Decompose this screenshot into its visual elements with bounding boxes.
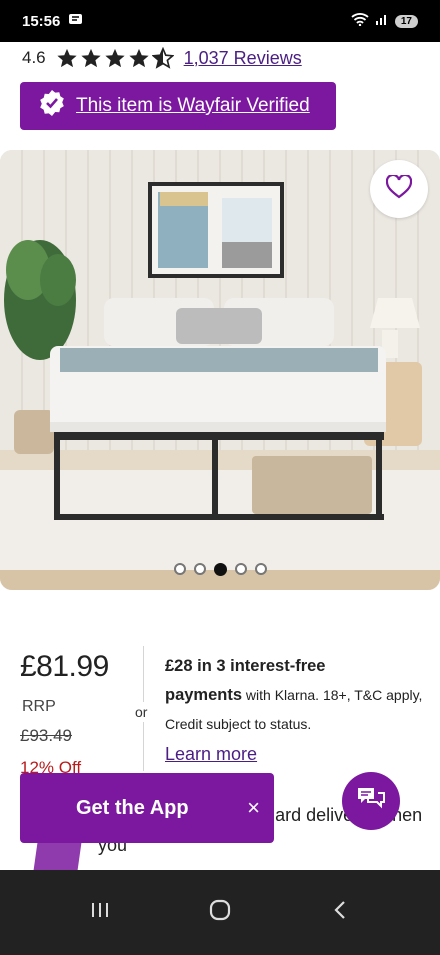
- gallery-dot[interactable]: [254, 563, 267, 575]
- star-icon: [81, 48, 101, 68]
- klarna-info: £28 in 3 interest-free payments with Kla…: [165, 652, 425, 739]
- gallery-dot[interactable]: [173, 563, 186, 575]
- product-image-gallery[interactable]: [0, 150, 440, 590]
- heart-icon: [385, 173, 413, 204]
- rrp-label: RRP: [22, 698, 56, 715]
- reviews-link[interactable]: 1,037 Reviews: [184, 48, 302, 69]
- star-icon: [129, 48, 149, 68]
- star-icon: [57, 48, 77, 68]
- verified-banner-label: This item is Wayfair Verified: [76, 95, 310, 116]
- klarna-bold-2: payments: [165, 686, 243, 704]
- close-icon[interactable]: ×: [247, 795, 260, 821]
- star-icon: [105, 48, 125, 68]
- get-app-label: Get the App: [76, 796, 189, 819]
- verified-check-icon: [38, 89, 66, 123]
- product-price: £81.99: [20, 650, 109, 683]
- product-image: [0, 150, 440, 590]
- half-star-icon: [151, 47, 174, 69]
- chat-button[interactable]: [342, 772, 400, 830]
- favorite-button[interactable]: [370, 160, 428, 218]
- notification-icon: [68, 12, 84, 30]
- status-time: 15:56: [22, 12, 61, 30]
- system-navigation-bar: [0, 870, 440, 955]
- learn-more-link[interactable]: Learn more: [165, 744, 257, 765]
- gallery-pagination: [0, 563, 440, 576]
- gallery-dot-active[interactable]: [213, 563, 227, 576]
- or-label: or: [135, 702, 148, 722]
- klarna-bold-1: £28 in 3 interest-free: [165, 657, 326, 675]
- gallery-dot[interactable]: [234, 563, 247, 575]
- battery-indicator: 17: [394, 14, 418, 28]
- chat-icon: [356, 785, 386, 818]
- rating-value: 4.6: [22, 48, 46, 67]
- nav-home-icon[interactable]: [208, 898, 232, 927]
- get-the-app-banner[interactable]: Get the App ×: [20, 773, 274, 843]
- rrp-value: £93.49: [20, 726, 72, 745]
- wifi-icon: [351, 12, 369, 30]
- gallery-dot[interactable]: [193, 563, 206, 575]
- rating-row: 4.6 1,037 Reviews: [22, 44, 302, 72]
- signal-icon: [375, 12, 389, 30]
- nav-back-icon[interactable]: [329, 899, 351, 926]
- nav-recents-icon[interactable]: [89, 899, 111, 926]
- status-bar: 15:56 17: [0, 0, 440, 42]
- wayfair-verified-banner[interactable]: This item is Wayfair Verified: [20, 82, 336, 130]
- star-rating: [56, 47, 174, 69]
